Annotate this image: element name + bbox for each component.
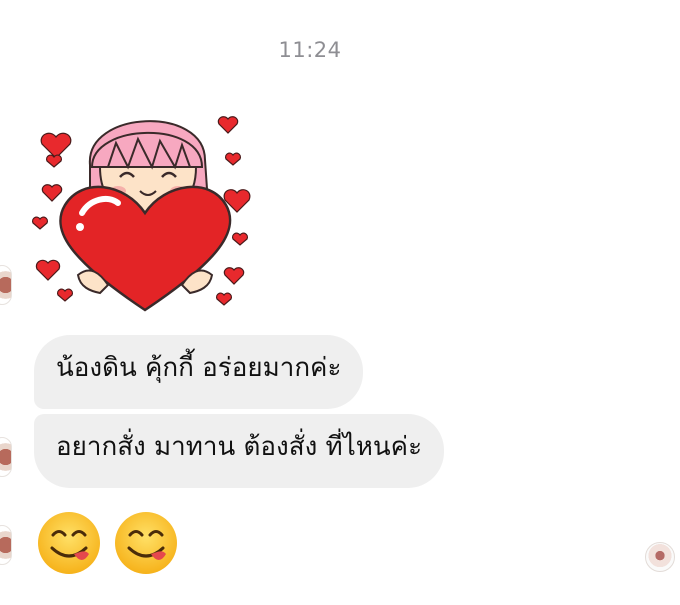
girl-holding-heart-sticker[interactable] bbox=[30, 95, 260, 315]
sender-avatar[interactable] bbox=[0, 437, 12, 477]
timestamp: 11:24 bbox=[278, 38, 342, 62]
yum-face-emoji bbox=[115, 512, 178, 574]
message-bubble[interactable]: น้องดิน คุ้กกี้ อร่อยมากค่ะ bbox=[34, 335, 364, 409]
emoji-message[interactable] bbox=[36, 510, 185, 580]
sender-avatar[interactable] bbox=[0, 525, 12, 565]
yum-face-emoji bbox=[38, 512, 100, 574]
seen-avatar bbox=[645, 542, 675, 572]
message-text: อยากสั่ง มาทาน ต้องสั่ง ที่ไหนค่ะ bbox=[56, 432, 423, 462]
message-bubble[interactable]: อยากสั่ง มาทาน ต้องสั่ง ที่ไหนค่ะ bbox=[34, 414, 445, 488]
message-text: น้องดิน คุ้กกี้ อร่อยมากค่ะ bbox=[56, 353, 342, 383]
sender-avatar[interactable] bbox=[0, 265, 12, 305]
